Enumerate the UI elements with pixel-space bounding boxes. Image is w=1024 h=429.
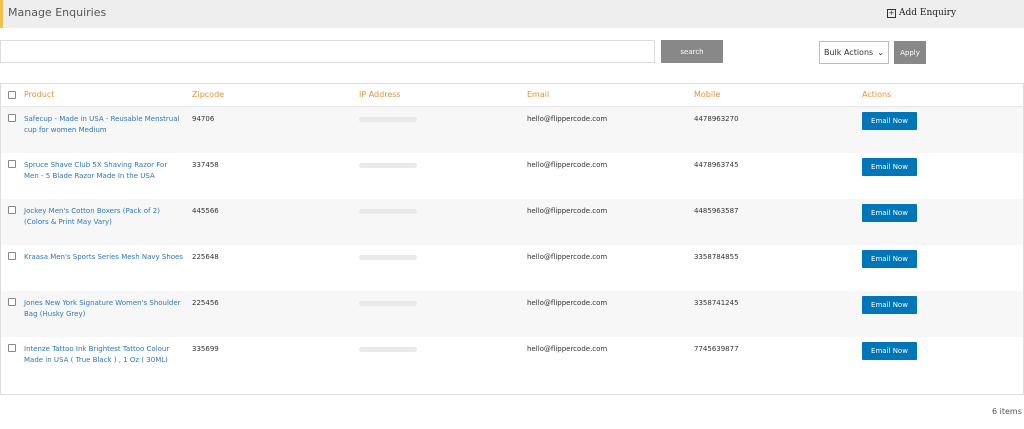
email: hello@flippercode.com	[527, 115, 608, 123]
row-checkbox[interactable]	[8, 298, 16, 306]
col-ip-address[interactable]: IP Address	[359, 90, 401, 99]
product-link[interactable]: Kraasa Men's Sports Series Mesh Navy Sho…	[24, 252, 184, 263]
mobile: 7745639877	[694, 345, 739, 353]
page-title: Manage Enquiries	[8, 6, 107, 19]
email: hello@flippercode.com	[527, 345, 608, 353]
product-link[interactable]: Intenze Tattoo Ink Brightest Tattoo Colo…	[24, 344, 184, 366]
row-checkbox[interactable]	[8, 344, 16, 352]
email-now-button[interactable]: Email Now	[862, 342, 917, 360]
email-now-button[interactable]: Email Now	[862, 296, 917, 314]
zipcode: 225648	[192, 253, 219, 261]
product-link[interactable]: Jones New York Signature Women's Shoulde…	[24, 298, 184, 320]
mobile: 4485963587	[694, 207, 739, 215]
zipcode: 445566	[192, 207, 219, 215]
col-product[interactable]: Product	[24, 90, 54, 99]
select-all-checkbox[interactable]	[8, 91, 16, 99]
row-checkbox[interactable]	[8, 252, 16, 260]
search-button[interactable]: search	[661, 40, 723, 63]
bulk-actions-value: Bulk Actions	[824, 48, 874, 57]
page-header: Manage Enquiries + Add Enquiry	[0, 0, 1024, 28]
table-row: Intenze Tattoo Ink Brightest Tattoo Colo…	[1, 337, 1023, 393]
mobile: 3358784855	[694, 253, 739, 261]
email-now-button[interactable]: Email Now	[862, 112, 917, 130]
zipcode: 225456	[192, 299, 219, 307]
zipcode: 94706	[192, 115, 215, 123]
table-row: Jockey Men's Cotton Boxers (Pack of 2) (…	[1, 199, 1023, 245]
col-zipcode[interactable]: Zipcode	[192, 90, 224, 99]
ip-address-redacted	[359, 163, 417, 168]
bulk-actions-select[interactable]: Bulk Actions ⌄	[819, 41, 889, 64]
table-row: Jones New York Signature Women's Shoulde…	[1, 291, 1023, 337]
add-enquiry-button[interactable]: + Add Enquiry	[887, 8, 956, 18]
email-now-button[interactable]: Email Now	[862, 250, 917, 268]
zipcode: 337458	[192, 161, 219, 169]
product-link[interactable]: Spruce Shave Club 5X Shaving Razor For M…	[24, 160, 184, 182]
apply-button[interactable]: Apply	[894, 41, 926, 64]
email: hello@flippercode.com	[527, 253, 608, 261]
row-checkbox[interactable]	[8, 114, 16, 122]
ip-address-redacted	[359, 347, 417, 352]
email: hello@flippercode.com	[527, 207, 608, 215]
mobile: 3358741245	[694, 299, 739, 307]
ip-address-redacted	[359, 301, 417, 306]
mobile: 4478963270	[694, 115, 739, 123]
add-enquiry-label: Add Enquiry	[899, 8, 957, 18]
table-row: Kraasa Men's Sports Series Mesh Navy Sho…	[1, 245, 1023, 291]
ip-address-redacted	[359, 117, 417, 122]
chevron-down-icon: ⌄	[877, 48, 884, 57]
row-checkbox[interactable]	[8, 206, 16, 214]
zipcode: 335699	[192, 345, 219, 353]
table-header: Product Zipcode IP Address Email Mobile …	[1, 84, 1023, 107]
ip-address-redacted	[359, 209, 417, 214]
col-actions: Actions	[862, 90, 892, 99]
email: hello@flippercode.com	[527, 299, 608, 307]
item-count: 6 items	[992, 407, 1022, 416]
col-email[interactable]: Email	[527, 90, 549, 99]
email-now-button[interactable]: Email Now	[862, 158, 917, 176]
row-checkbox[interactable]	[8, 160, 16, 168]
email-now-button[interactable]: Email Now	[862, 204, 917, 222]
enquiries-table: Product Zipcode IP Address Email Mobile …	[0, 83, 1024, 395]
ip-address-redacted	[359, 255, 417, 260]
plus-icon: +	[887, 8, 896, 18]
mobile: 4478963745	[694, 161, 739, 169]
product-link[interactable]: Jockey Men's Cotton Boxers (Pack of 2) (…	[24, 206, 184, 228]
search-input[interactable]	[0, 40, 655, 63]
email: hello@flippercode.com	[527, 161, 608, 169]
table-row: Safecup - Made in USA - Reusable Menstru…	[1, 107, 1023, 153]
product-link[interactable]: Safecup - Made in USA - Reusable Menstru…	[24, 114, 184, 136]
col-mobile[interactable]: Mobile	[694, 90, 720, 99]
table-row: Spruce Shave Club 5X Shaving Razor For M…	[1, 153, 1023, 199]
